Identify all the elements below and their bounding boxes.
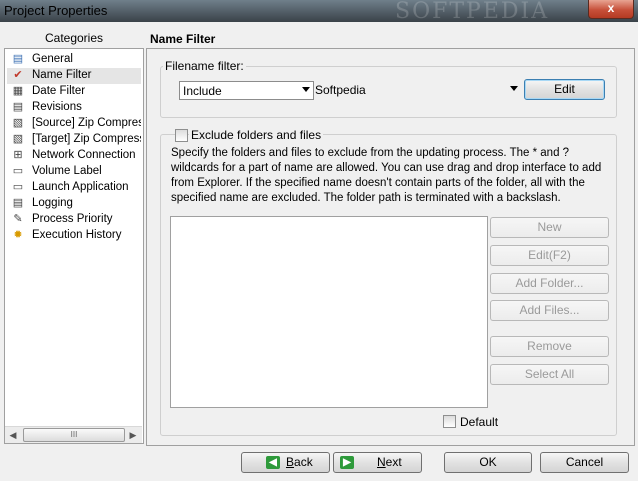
category-item-date-filter[interactable]: ▦ Date Filter xyxy=(7,84,141,100)
ok-button[interactable]: OK xyxy=(444,452,532,473)
category-item-logging[interactable]: ▤ Logging xyxy=(7,196,141,212)
page-title: Name Filter xyxy=(150,32,216,46)
categories-header: Categories xyxy=(44,31,104,45)
launch-app-icon: ▭ xyxy=(12,181,24,193)
scroll-right-icon[interactable]: ▶ xyxy=(127,429,139,441)
target-zip-icon: ▧ xyxy=(12,133,24,145)
network-icon: ⊞ xyxy=(13,149,23,161)
priority-icon: ✎ xyxy=(13,213,23,225)
category-item-launch-app[interactable]: ▭ Launch Application xyxy=(7,180,141,196)
category-item-source-zip[interactable]: ▧ [Source] Zip Compress xyxy=(7,116,141,132)
source-zip-icon: ▧ xyxy=(12,117,24,129)
category-item-general[interactable]: ▤ General xyxy=(7,52,141,68)
logging-icon: ▤ xyxy=(12,197,24,209)
exclude-checkbox[interactable] xyxy=(175,129,188,142)
filter-mode-select[interactable]: Include xyxy=(179,81,314,100)
chevron-down-icon xyxy=(510,86,518,91)
default-checkbox-label[interactable]: Default xyxy=(460,415,498,429)
add-folder-button[interactable]: Add Folder... xyxy=(490,273,609,294)
close-icon: x xyxy=(607,1,615,15)
name-filter-icon: ✔ xyxy=(13,69,23,81)
exclude-checkbox-label[interactable]: Exclude folders and files xyxy=(189,128,324,142)
category-item-target-zip[interactable]: ▧ [Target] Zip Compress xyxy=(7,132,141,148)
new-button[interactable]: New xyxy=(490,217,609,238)
category-item-priority[interactable]: ✎ Process Priority xyxy=(7,212,141,228)
history-icon: ✹ xyxy=(13,229,23,241)
chevron-down-icon xyxy=(302,87,310,92)
category-item-revisions[interactable]: ▤ Revisions xyxy=(7,100,141,116)
close-button[interactable]: x xyxy=(588,0,634,19)
revisions-icon: ▤ xyxy=(12,101,24,113)
category-item-network[interactable]: ⊞ Network Connection xyxy=(7,148,141,164)
title-bar: Project Properties SOFTPEDIA x xyxy=(0,0,638,24)
add-files-button[interactable]: Add Files... xyxy=(490,300,609,321)
category-item-name-filter[interactable]: ✔ Name Filter xyxy=(7,68,141,84)
categories-hscrollbar[interactable]: ◀ III ▶ xyxy=(5,426,142,443)
remove-button[interactable]: Remove xyxy=(490,336,609,357)
scroll-left-icon[interactable]: ◀ xyxy=(7,429,19,441)
date-filter-icon: ▦ xyxy=(12,85,24,97)
filename-filter-label: Filename filter: xyxy=(163,59,246,73)
select-all-button[interactable]: Select All xyxy=(490,364,609,385)
default-checkbox[interactable] xyxy=(443,415,456,428)
volume-label-icon: ▭ xyxy=(12,165,24,177)
exclude-description: Specify the folders and files to exclude… xyxy=(171,147,602,204)
category-item-volume-label[interactable]: ▭ Volume Label xyxy=(7,164,141,180)
filter-edit-button[interactable]: Edit xyxy=(524,79,605,100)
cancel-button[interactable]: Cancel xyxy=(540,452,629,473)
exclude-list[interactable] xyxy=(170,216,488,408)
window-title: Project Properties xyxy=(4,3,108,18)
next-button[interactable]: ▶ Next xyxy=(333,452,422,473)
edit-f2-button[interactable]: Edit(F2) xyxy=(490,245,609,266)
general-icon: ▤ xyxy=(12,53,24,65)
back-button[interactable]: ◀ Back xyxy=(241,452,330,473)
filter-pattern-combo[interactable]: Softpedia xyxy=(312,80,522,99)
scroll-thumb[interactable]: III xyxy=(23,428,125,442)
categories-list[interactable]: ▤ General ✔ Name Filter ▦ Date Filter ▤ … xyxy=(4,48,144,444)
softpedia-watermark: SOFTPEDIA xyxy=(395,0,550,24)
arrow-right-icon: ▶ xyxy=(340,456,354,469)
category-item-history[interactable]: ✹ Execution History xyxy=(7,228,141,244)
arrow-left-icon: ◀ xyxy=(266,456,280,469)
